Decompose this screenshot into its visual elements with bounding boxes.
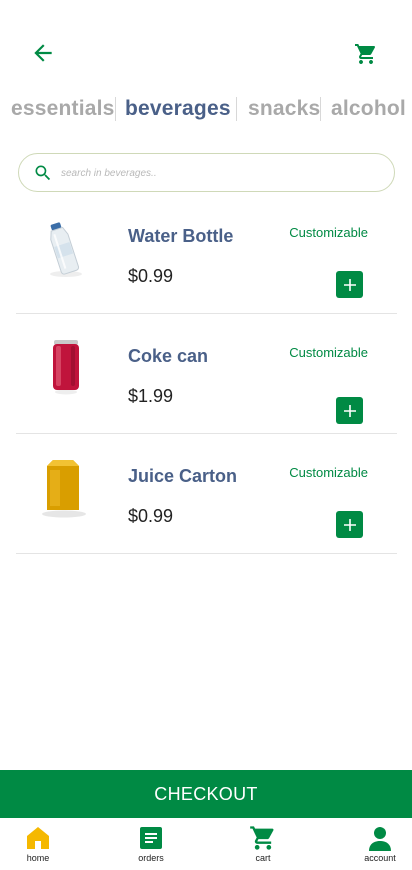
add-to-cart-button[interactable] (336, 511, 363, 538)
product-price: $1.99 (128, 386, 174, 406)
soda-can-image (53, 340, 79, 395)
product-name: Water Bottle (128, 226, 234, 246)
search-input[interactable] (61, 162, 381, 184)
plus-icon (343, 404, 356, 417)
category-divider (115, 97, 116, 121)
category-tabs: essentials beverages snacks alcohol (0, 92, 412, 126)
add-to-cart-button[interactable] (336, 397, 363, 424)
top-bar (0, 0, 412, 90)
plus-icon (343, 278, 356, 291)
water-bottle-image (50, 222, 82, 277)
tab-essentials[interactable]: essentials (11, 92, 115, 126)
nav-label: orders (138, 853, 164, 863)
nav-orders[interactable]: orders (121, 824, 181, 868)
customizable-label[interactable]: Customizable (289, 345, 368, 360)
product-price: $0.99 (128, 266, 174, 286)
back-button[interactable] (28, 38, 58, 68)
bottom-nav: home orders cart account (0, 818, 412, 870)
nav-label: cart (255, 853, 271, 863)
header-cart-button[interactable] (352, 40, 380, 68)
customizable-label[interactable]: Customizable (289, 225, 368, 240)
nav-cart[interactable]: cart (233, 824, 293, 868)
customizable-label[interactable]: Customizable (289, 465, 368, 480)
nav-label: account (364, 853, 396, 863)
juice-carton-image (42, 460, 86, 518)
nav-home[interactable]: home (8, 824, 68, 868)
category-divider (320, 97, 321, 121)
checkout-button[interactable]: CHECKOUT (0, 770, 412, 818)
product-row: Coke can $1.99 Customizable (16, 314, 397, 434)
home-icon (27, 827, 49, 849)
tab-beverages[interactable]: beverages (125, 92, 231, 126)
account-icon (369, 827, 391, 851)
nav-account[interactable]: account (350, 824, 410, 868)
orders-icon (140, 827, 162, 849)
tab-snacks[interactable]: snacks (248, 92, 320, 126)
arrow-left-icon (34, 44, 52, 62)
shopping-cart-icon (355, 44, 376, 64)
plus-icon (343, 518, 356, 531)
cart-icon (250, 826, 274, 850)
add-to-cart-button[interactable] (336, 271, 363, 298)
product-row: Water Bottle $0.99 Customizable (16, 194, 397, 314)
search-bar (18, 153, 395, 192)
search-icon (35, 165, 51, 181)
product-price: $0.99 (128, 506, 174, 526)
product-name: Juice Carton (128, 466, 238, 486)
nav-label: home (26, 853, 50, 863)
category-divider (236, 97, 237, 121)
tab-alcohol[interactable]: alcohol (331, 92, 406, 126)
product-name: Coke can (128, 346, 209, 366)
product-row: Juice Carton $0.99 Customizable (16, 434, 397, 554)
